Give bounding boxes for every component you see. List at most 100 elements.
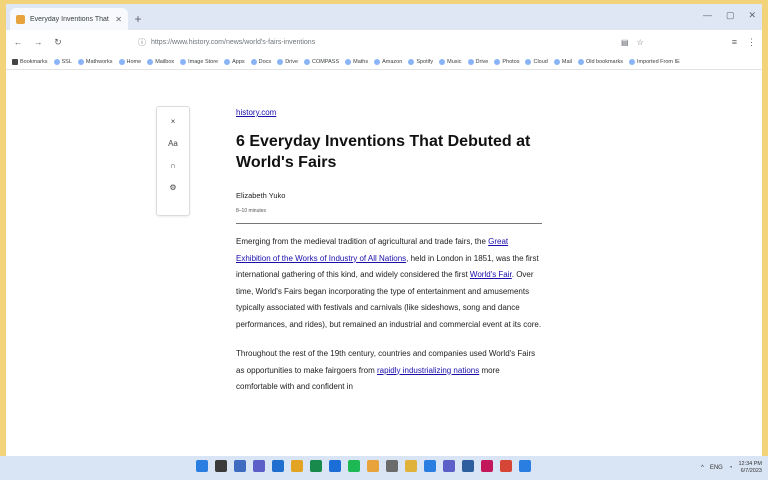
- article-paragraph-1: Emerging from the medieval tradition of …: [236, 234, 542, 333]
- bookmark-item[interactable]: Maths: [345, 58, 368, 65]
- bookmark-icon: [118, 58, 125, 65]
- reader-view-icon[interactable]: ▤: [621, 38, 629, 47]
- bookmark-icon: [180, 58, 187, 65]
- bookmark-item[interactable]: Image Store: [180, 58, 218, 65]
- bookmark-item[interactable]: COMPASS: [304, 58, 340, 65]
- forward-icon[interactable]: →: [32, 37, 44, 47]
- maximize-icon[interactable]: ▢: [726, 10, 735, 21]
- wifi-icon[interactable]: ◔: [729, 465, 733, 471]
- bookmark-item[interactable]: Cloud: [525, 58, 548, 65]
- close-icon[interactable]: ×: [171, 117, 176, 127]
- bookmark-label: Music: [447, 58, 462, 65]
- bookmark-icon: [439, 58, 446, 65]
- inline-link[interactable]: rapidly industrializing nations: [377, 366, 479, 375]
- taskbar-icons: [196, 460, 531, 472]
- address-bar[interactable]: ⓘ https://www.history.com/news/world's-f…: [132, 34, 613, 50]
- paragraph-text: Emerging from the medieval tradition of …: [236, 237, 489, 246]
- tab-strip: Everyday Inventions That De... ✕ + — ▢ ✕: [6, 4, 762, 30]
- bookmark-item[interactable]: Amazon: [374, 58, 403, 65]
- bookmark-icon: [304, 58, 311, 65]
- bookmark-item[interactable]: Photos: [494, 58, 519, 65]
- windows-start-icon[interactable]: [196, 460, 208, 472]
- bookmark-icon: [494, 58, 501, 65]
- reader-toolbar: × Aa ∩ ⚙: [156, 106, 190, 216]
- source-link[interactable]: history.com: [236, 108, 542, 117]
- chat-icon[interactable]: [253, 460, 265, 472]
- bookmark-icon: [467, 58, 474, 65]
- edge-icon[interactable]: [310, 460, 322, 472]
- task-view-icon[interactable]: [234, 460, 246, 472]
- headphones-icon[interactable]: ∩: [170, 161, 176, 171]
- bookmark-label: Bookmarks: [20, 58, 48, 65]
- close-window-icon[interactable]: ✕: [748, 10, 756, 21]
- bookmark-icon: [277, 58, 284, 65]
- article: history.com 6 Everyday Inventions That D…: [236, 108, 542, 396]
- bookmark-item[interactable]: Imported From IE: [628, 58, 680, 65]
- bookmark-item[interactable]: Spotify: [408, 58, 434, 65]
- chevron-up-icon[interactable]: ^: [701, 465, 704, 471]
- spotify-icon[interactable]: [348, 460, 360, 472]
- bookmark-label: Imported From IE: [636, 58, 680, 65]
- photos-icon[interactable]: [462, 460, 474, 472]
- store-icon[interactable]: [291, 460, 303, 472]
- bookmark-item[interactable]: Mail: [553, 58, 572, 65]
- vscode-icon[interactable]: [424, 460, 436, 472]
- bookmark-label: Spotify: [416, 58, 434, 65]
- settings-icon[interactable]: [386, 460, 398, 472]
- bookmark-label: Home: [126, 58, 142, 65]
- close-tab-icon[interactable]: ✕: [115, 15, 122, 24]
- bookmark-item[interactable]: Bookmarks: [12, 58, 48, 65]
- menu-icon[interactable]: ≡: [732, 37, 737, 48]
- taskbar: ^ ENG ◔ 12:34 PM 6/7/2023: [0, 456, 768, 480]
- bookmark-label: Mathworks: [85, 58, 113, 65]
- clock-date: 6/7/2023: [740, 468, 762, 474]
- folder-icon[interactable]: [405, 460, 417, 472]
- settings-icon[interactable]: ⚙: [169, 183, 176, 193]
- bookmark-item[interactable]: Mailbox: [147, 58, 175, 65]
- bookmark-label: COMPASS: [312, 58, 340, 65]
- browser-tab[interactable]: Everyday Inventions That De... ✕: [10, 8, 128, 30]
- bookmark-item[interactable]: Home: [118, 58, 142, 65]
- bookmark-item[interactable]: Drive: [277, 58, 298, 65]
- divider: [236, 223, 542, 224]
- bookmark-item[interactable]: Music: [439, 58, 462, 65]
- chrome-icon[interactable]: [367, 460, 379, 472]
- more-icon[interactable]: ⋮: [747, 37, 756, 48]
- favicon-icon: [16, 14, 25, 24]
- bookmark-item[interactable]: SSL: [53, 58, 72, 65]
- reload-icon[interactable]: ↻: [52, 37, 64, 48]
- new-tab-button[interactable]: +: [128, 8, 148, 30]
- browser-window: Everyday Inventions That De... ✕ + — ▢ ✕…: [6, 4, 762, 456]
- teams-icon[interactable]: [443, 460, 455, 472]
- article-author: Elizabeth Yuko: [236, 191, 286, 200]
- search-icon[interactable]: [215, 460, 227, 472]
- text-size-icon[interactable]: Aa: [168, 139, 178, 149]
- inline-link[interactable]: World's Fair: [470, 270, 512, 279]
- bookmark-item[interactable]: Old bookmarks: [577, 58, 623, 65]
- article-paragraph-2: Throughout the rest of the 19th century,…: [236, 346, 542, 396]
- bookmark-item[interactable]: Docs: [250, 58, 271, 65]
- bookmark-item[interactable]: Mathworks: [77, 58, 113, 65]
- bookmark-label: Apps: [232, 58, 245, 65]
- slack-icon[interactable]: [481, 460, 493, 472]
- bookmark-item[interactable]: Apps: [224, 58, 245, 65]
- favorite-star-icon[interactable]: ☆: [637, 38, 644, 47]
- language-indicator[interactable]: ENG: [710, 465, 723, 471]
- minimize-icon[interactable]: —: [703, 10, 712, 21]
- bookmark-icon: [553, 58, 560, 65]
- address-bar-actions: ▤ ☆: [621, 38, 644, 47]
- toolbar-right: ≡ ⋮: [732, 37, 756, 48]
- back-icon[interactable]: ←: [12, 37, 24, 47]
- bookmarks-bar: Bookmarks SSL Mathworks Home Mailbox Image St…: [6, 54, 762, 70]
- bookmark-label: Amazon: [382, 58, 403, 65]
- file-explorer-icon[interactable]: [272, 460, 284, 472]
- bookmark-item[interactable]: Drive: [467, 58, 488, 65]
- clock[interactable]: 12:34 PM 6/7/2023: [738, 461, 762, 475]
- office-icon[interactable]: [500, 460, 512, 472]
- system-tray: ^ ENG ◔ 12:34 PM 6/7/2023: [701, 461, 762, 475]
- mail-icon[interactable]: [329, 460, 341, 472]
- app-icon[interactable]: [519, 460, 531, 472]
- bookmark-icon: [53, 58, 60, 65]
- tab-title: Everyday Inventions That De...: [30, 15, 110, 23]
- bookmark-label: Mailbox: [155, 58, 175, 65]
